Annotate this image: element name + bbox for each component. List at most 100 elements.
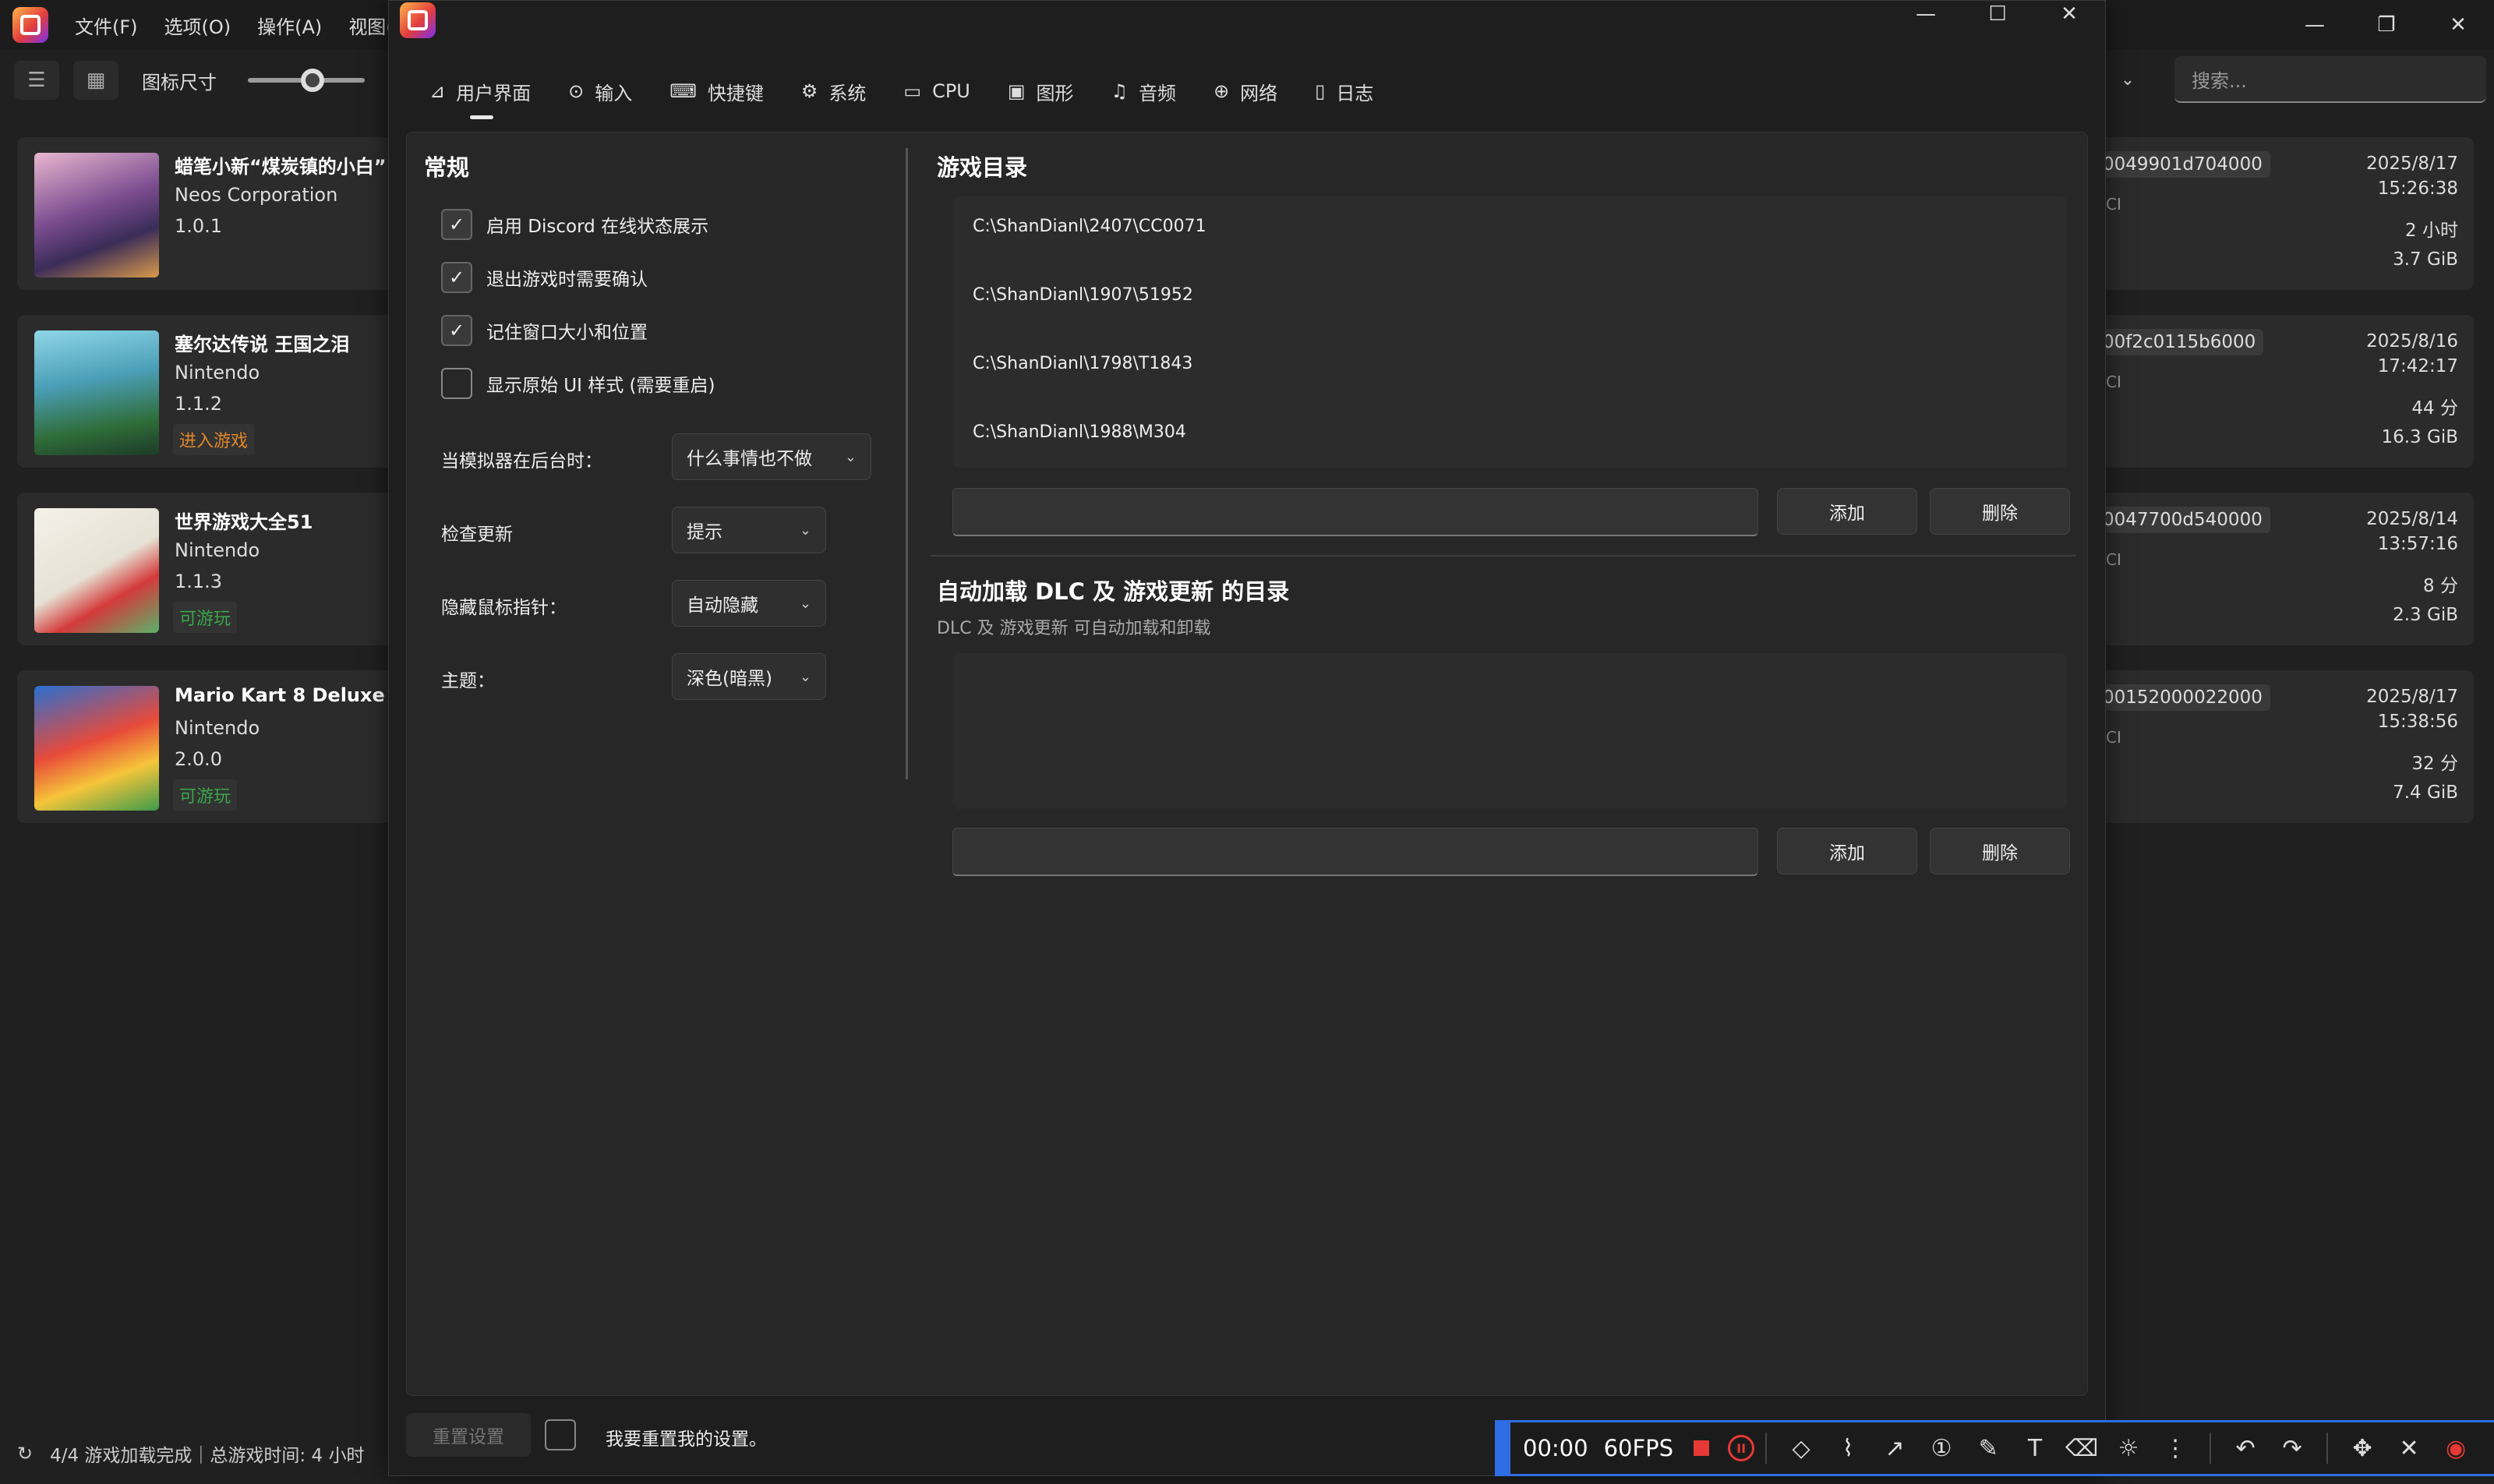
record-icon[interactable]: ◉ bbox=[2432, 1435, 2479, 1462]
game-title: 蜡笔小新“煤炭镇的小白” bbox=[175, 156, 387, 178]
section-divider bbox=[906, 148, 908, 779]
search-input[interactable]: 搜索... bbox=[2174, 56, 2486, 103]
list-view-icon[interactable]: ☰ bbox=[14, 61, 59, 100]
redo-icon[interactable]: ↷ bbox=[2269, 1435, 2316, 1462]
remove-dlc-dir-button[interactable]: 删除 bbox=[1930, 828, 2070, 874]
menu-file[interactable]: 文件(F) bbox=[75, 12, 138, 39]
tab-hotkeys[interactable]: ⌨ 快捷键 bbox=[669, 72, 764, 110]
menu-actions[interactable]: 操作(A) bbox=[257, 12, 322, 39]
discord-presence-checkbox[interactable]: ✓ 启用 Discord 在线状态展示 bbox=[441, 209, 708, 240]
reset-settings-button[interactable]: 重置设置 bbox=[406, 1413, 531, 1457]
background-behavior-select[interactable]: 什么事情也不做 ⌄ bbox=[672, 433, 871, 480]
hide-cursor-select[interactable]: 自动隐藏 ⌄ bbox=[672, 580, 826, 627]
grid-view-icon[interactable]: ▦ bbox=[73, 61, 118, 100]
add-dlc-dir-button[interactable]: 添加 bbox=[1777, 828, 1917, 874]
game-publisher: Neos Corporation bbox=[175, 184, 338, 206]
chevron-down-icon: ⌄ bbox=[799, 668, 811, 685]
check-updates-select[interactable]: 提示 ⌄ bbox=[672, 507, 826, 553]
settings-dialog: — ☐ ✕ ⊿ 用户界面 ⊙ 输入 ⌨ 快捷键 ⚙ 系统 ▭ CPU ▣ 图形 ♫ 音频 ⊕ 网… bbox=[388, 0, 2106, 1476]
game-version: 1.1.3 bbox=[175, 571, 223, 592]
text-tool-icon[interactable]: T bbox=[2012, 1435, 2058, 1462]
chevron-down-icon[interactable]: ⌄ bbox=[2104, 58, 2151, 101]
list-item[interactable]: C:\ShanDianl\1907\51952 bbox=[973, 285, 1193, 305]
tab-log[interactable]: ▯ 日志 bbox=[1315, 72, 1373, 110]
recording-fps: 60FPS bbox=[1603, 1435, 1674, 1461]
recorder-accent bbox=[1495, 1420, 1510, 1476]
menu-view[interactable]: 视图( bbox=[348, 12, 393, 39]
game-dirs-list: C:\ShanDianl\2407\CC0071 C:\ShanDianl\19… bbox=[952, 196, 2067, 468]
tab-audio[interactable]: ♫ 音频 bbox=[1111, 72, 1177, 110]
game-version: 1.1.2 bbox=[175, 393, 223, 415]
refresh-icon[interactable]: ↻ bbox=[17, 1443, 33, 1465]
close-icon[interactable]: ✕ bbox=[2033, 1, 2105, 27]
game-cover bbox=[34, 686, 159, 811]
restore-icon[interactable]: ❐ bbox=[2351, 0, 2422, 50]
checkbox[interactable] bbox=[441, 368, 472, 399]
reset-confirm-checkbox[interactable] bbox=[545, 1419, 576, 1450]
game-size: 7.4 GiB bbox=[2393, 783, 2458, 803]
undo-icon[interactable]: ↶ bbox=[2222, 1435, 2269, 1462]
app-logo-icon bbox=[12, 7, 48, 43]
game-publisher: Nintendo bbox=[175, 717, 260, 739]
icon-size-label: 图标尺寸 bbox=[142, 71, 217, 94]
shapes-icon[interactable]: ◇ bbox=[1778, 1435, 1825, 1462]
game-cover bbox=[34, 508, 159, 633]
number-marker-icon[interactable]: ① bbox=[1918, 1435, 1965, 1462]
confirm-exit-checkbox[interactable]: ✓ 退出游戏时需要确认 bbox=[441, 262, 648, 293]
close-icon[interactable]: ✕ bbox=[2386, 1435, 2432, 1462]
arrow-icon[interactable]: ↗ bbox=[1871, 1435, 1918, 1462]
game-title: 塞尔达传说 王国之泪 bbox=[175, 334, 350, 355]
game-last-played: 2025/8/16 17:42:17 bbox=[2366, 331, 2458, 376]
chevron-down-icon: ⌄ bbox=[844, 448, 857, 465]
tab-network[interactable]: ⊕ 网络 bbox=[1213, 72, 1277, 110]
eraser-icon[interactable]: ⌫ bbox=[2058, 1435, 2105, 1462]
list-item[interactable]: C:\ShanDianl\1988\M304 bbox=[973, 422, 1186, 442]
checkbox[interactable]: ✓ bbox=[441, 315, 472, 346]
menu-options[interactable]: 选项(O) bbox=[164, 12, 231, 39]
game-dir-input[interactable] bbox=[952, 488, 1758, 536]
game-title: 世界游戏大全51 bbox=[175, 511, 313, 533]
spotlight-icon[interactable]: ☼ bbox=[2105, 1435, 2152, 1462]
pen-icon[interactable]: ✎ bbox=[1965, 1435, 2012, 1462]
minimize-icon[interactable]: — bbox=[2279, 0, 2351, 50]
tab-system[interactable]: ⚙ 系统 bbox=[801, 72, 867, 110]
more-icon[interactable]: ⋮ bbox=[2152, 1435, 2199, 1462]
checkbox[interactable]: ✓ bbox=[441, 262, 472, 293]
list-item[interactable]: C:\ShanDianl\1798\T1843 bbox=[973, 354, 1192, 373]
game-type: CI bbox=[2106, 195, 2121, 214]
checkbox[interactable]: ✓ bbox=[441, 209, 472, 240]
settings-content: 常规 ✓ 启用 Discord 在线状态展示 ✓ 退出游戏时需要确认 ✓ 记住窗… bbox=[406, 132, 2088, 1396]
pause-record-icon[interactable]: II bbox=[1728, 1435, 1755, 1461]
document-icon: ▯ bbox=[1315, 80, 1326, 102]
separator bbox=[2326, 1433, 2329, 1464]
theme-select[interactable]: 深色(暗黑) ⌄ bbox=[672, 653, 826, 700]
slider-thumb[interactable] bbox=[300, 69, 324, 92]
close-icon[interactable]: ✕ bbox=[2422, 0, 2494, 50]
add-game-dir-button[interactable]: 添加 bbox=[1777, 488, 1917, 535]
maximize-icon[interactable]: ☐ bbox=[1962, 1, 2033, 27]
game-status-badge: 进入游戏 bbox=[173, 424, 255, 455]
tab-input[interactable]: ⊙ 输入 bbox=[568, 72, 632, 110]
tab-graphics[interactable]: ▣ 图形 bbox=[1008, 72, 1074, 110]
dlc-dir-input[interactable] bbox=[952, 828, 1758, 876]
stop-record-icon[interactable] bbox=[1694, 1440, 1710, 1456]
game-id: 0049901d704000 bbox=[2095, 151, 2270, 178]
remove-game-dir-button[interactable]: 删除 bbox=[1930, 488, 2070, 535]
game-size: 2.3 GiB bbox=[2393, 605, 2458, 625]
tab-ui[interactable]: ⊿ 用户界面 bbox=[429, 72, 531, 119]
section-divider bbox=[931, 555, 2076, 556]
dlc-dirs-list bbox=[952, 653, 2067, 809]
settings-tabs: ⊿ 用户界面 ⊙ 输入 ⌨ 快捷键 ⚙ 系统 ▭ CPU ▣ 图形 ♫ 音频 ⊕ 网络 ▯ 日志 bbox=[429, 72, 1411, 119]
dialog-window-controls: — ☐ ✕ bbox=[1890, 1, 2105, 27]
reset-confirm-label: 我要重置我的设置。 bbox=[606, 1429, 767, 1450]
game-last-played: 2025/8/17 15:38:56 bbox=[2366, 687, 2458, 732]
remember-window-checkbox[interactable]: ✓ 记住窗口大小和位置 bbox=[441, 315, 648, 346]
move-icon[interactable]: ✥ bbox=[2339, 1435, 2386, 1462]
game-playtime: 44 分 bbox=[2411, 398, 2458, 419]
legacy-ui-checkbox[interactable]: 显示原始 UI 样式 (需要重启) bbox=[441, 368, 715, 399]
tab-cpu[interactable]: ▭ CPU bbox=[903, 72, 970, 110]
minimize-icon[interactable]: — bbox=[1890, 1, 1962, 27]
icon-size-slider[interactable] bbox=[248, 69, 365, 92]
polyline-icon[interactable]: ⌇ bbox=[1825, 1435, 1871, 1462]
list-item[interactable]: C:\ShanDianl\2407\CC0071 bbox=[973, 217, 1206, 236]
